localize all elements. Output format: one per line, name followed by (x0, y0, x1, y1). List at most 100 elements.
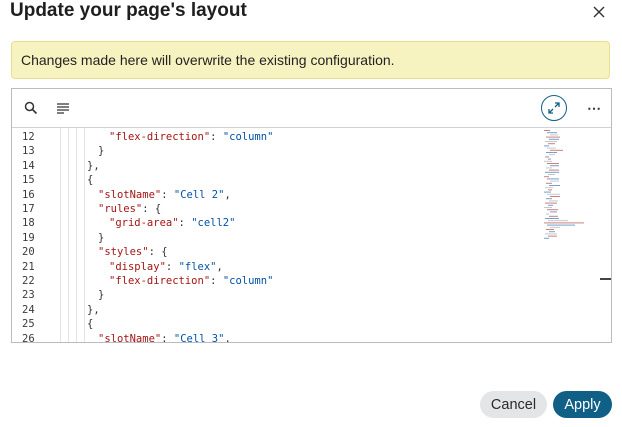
editor-toolbar: ⋯ (12, 89, 611, 128)
minimap-line (546, 182, 552, 184)
expand-button[interactable] (541, 95, 567, 121)
minimap-line (550, 149, 563, 151)
code-editor[interactable]: ⋯ 12 "flex-direction": "column" 13} 14}, 15{… (11, 88, 612, 343)
minimap-line (549, 154, 555, 156)
minimap-line (548, 158, 551, 160)
json-punctuation: } (98, 145, 105, 158)
code-line[interactable]: 13} (12, 144, 532, 158)
json-key: "flex-direction" (109, 131, 211, 143)
line-number: 19 (22, 231, 35, 244)
line-number: 18 (22, 217, 35, 230)
code-line[interactable]: 15 { (12, 173, 532, 187)
code-line[interactable]: 25 { (12, 317, 532, 331)
json-punctuation: }, (87, 303, 100, 316)
code-line[interactable]: 20 "styles": { (12, 245, 532, 259)
code-line[interactable]: 23} (12, 288, 532, 302)
code-line[interactable]: 19} (12, 231, 532, 245)
minimap-line (544, 176, 549, 178)
minimap-line (547, 178, 559, 180)
json-string: "flex" (178, 260, 217, 273)
minimap-line (544, 222, 584, 224)
minimap-line (549, 231, 555, 233)
code-line[interactable]: 17 "rules": { (12, 202, 532, 216)
line-number: 21 (22, 260, 35, 273)
minimap-line (548, 189, 552, 191)
code-text: "flex-direction": "column" (109, 274, 273, 288)
minimap-line (544, 207, 552, 208)
code-text: "grid-area": "cell2" (109, 216, 235, 230)
apply-button[interactable]: Apply (553, 391, 612, 418)
minimap-line (546, 213, 549, 215)
more-icon[interactable]: ⋯ (585, 99, 603, 117)
json-string: "Cell 3" (173, 332, 225, 342)
minimap-line (547, 147, 556, 149)
code-text: { (87, 317, 93, 331)
json-punctuation: }, (87, 159, 100, 172)
code-line[interactable]: 12 "flex-direction": "column" (12, 130, 532, 144)
code-line[interactable]: 24}, (12, 303, 532, 317)
minimap[interactable] (528, 128, 604, 342)
minimap-line (547, 163, 559, 164)
json-punctuation: : (161, 332, 174, 342)
json-punctuation: : (210, 131, 223, 143)
json-punctuation: { (87, 174, 94, 187)
code-line[interactable]: 22 "flex-direction": "column" (12, 274, 532, 288)
code-line[interactable]: 14}, (12, 159, 532, 173)
json-punctuation: , (224, 332, 231, 342)
minimap-line (549, 185, 560, 186)
json-string: "cell2" (191, 217, 236, 230)
minimap-line (545, 218, 559, 219)
minimap-line (547, 132, 557, 134)
warning-banner: Changes made here will overwrite the exi… (11, 41, 610, 79)
scrollbar-marker[interactable] (600, 278, 611, 280)
code-line[interactable]: 18 "grid-area": "cell2" (12, 216, 532, 230)
dialog-title: Update your page's layout (10, 0, 247, 21)
minimap-line (545, 156, 549, 158)
minimap-line (545, 233, 557, 235)
code-line[interactable]: 16 "slotName": "Cell 2", (12, 188, 532, 202)
json-punctuation: : (165, 260, 179, 273)
code-area[interactable]: 12 "flex-direction": "column" 13} 14}, 15{16… (12, 128, 611, 342)
line-number: 16 (22, 188, 35, 201)
format-lines-icon (57, 102, 69, 114)
minimap-line (547, 193, 560, 195)
line-number: 15 (22, 174, 35, 187)
minimap-line (544, 130, 550, 131)
minimap-line (550, 165, 559, 167)
minimap-line (550, 134, 558, 136)
json-punctuation: , (224, 188, 231, 201)
line-number: 26 (22, 332, 35, 342)
json-key: "rules" (98, 203, 143, 215)
close-button[interactable] (589, 2, 609, 22)
json-key: "flex-direction" (109, 275, 211, 287)
code-text: "flex-direction": "column" (109, 130, 273, 144)
format-button[interactable] (54, 99, 72, 117)
code-text: "slotName": "Cell 3", (98, 332, 231, 342)
line-number: 22 (22, 275, 35, 287)
minimap-line (549, 138, 559, 140)
line-number: 17 (22, 203, 35, 215)
minimap-line (545, 141, 557, 142)
expand-icon (548, 102, 560, 114)
minimap-line (550, 180, 559, 182)
code-text: { (87, 173, 93, 187)
minimap-line (546, 198, 552, 200)
code-text: } (98, 144, 104, 158)
json-punctuation: } (98, 231, 105, 244)
cancel-button[interactable]: Cancel (480, 391, 547, 418)
line-number: 12 (22, 131, 35, 143)
minimap-line (546, 229, 554, 230)
minimap-line (548, 143, 555, 145)
minimap-line (550, 211, 557, 213)
code-line[interactable]: 26 "slotName": "Cell 3", (12, 332, 532, 342)
code-text: }, (87, 303, 100, 317)
code-line[interactable]: 21 "display": "flex", (12, 260, 532, 274)
json-punctuation: { (87, 318, 94, 331)
minimap-line (546, 167, 552, 169)
minimap-line (546, 136, 560, 138)
minimap-line (550, 226, 560, 228)
search-button[interactable] (22, 99, 40, 117)
json-punctuation: : { (142, 203, 162, 215)
json-punctuation: : (210, 275, 223, 287)
json-key: "slotName" (98, 332, 162, 342)
